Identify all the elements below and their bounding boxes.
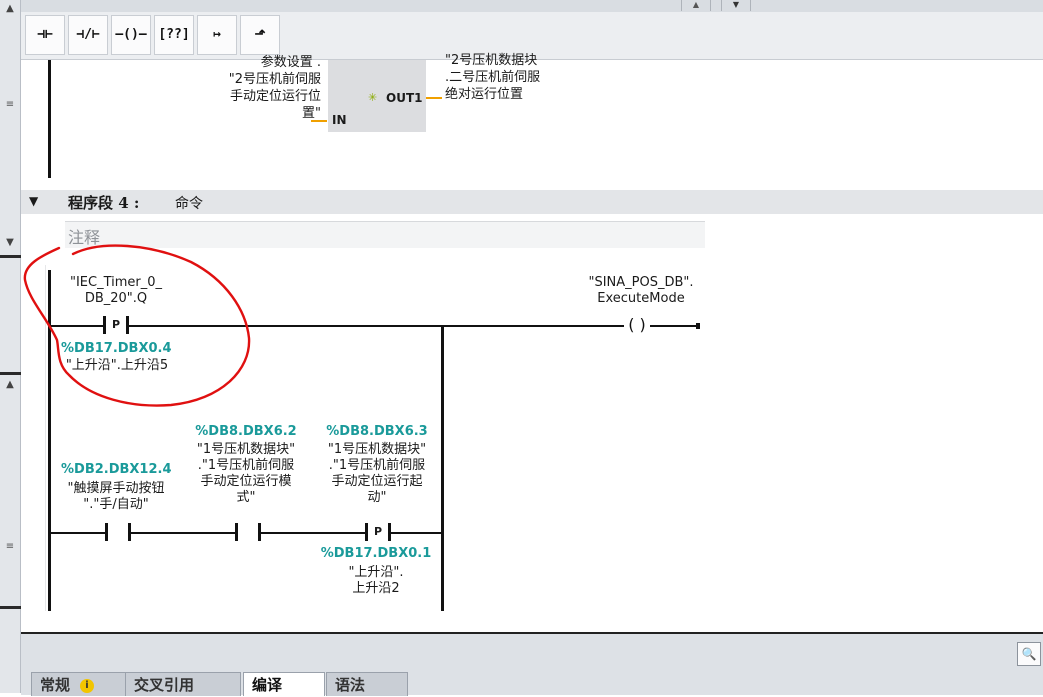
scroll-up-arrow-icon[interactable]: ▲ [2, 2, 18, 16]
branch-join-line [441, 325, 444, 611]
operand-line: 手动定位运行位 [229, 89, 321, 104]
tab-compile[interactable]: 编译 [243, 672, 325, 696]
rung-wire [51, 532, 107, 534]
move-in-operand[interactable]: 参数设置 . "2号压机前伺服 手动定位运行位 置" [171, 54, 321, 122]
close-branch-icon[interactable]: ⬏ [240, 15, 280, 55]
contact4-address: %DB8.DBX6.3 [326, 424, 428, 439]
coil-icon[interactable]: –()– [111, 15, 151, 55]
desc-line: "."手/自动" [83, 497, 149, 512]
segment-title[interactable]: 命令 [175, 193, 203, 213]
operand-line: 置" [302, 106, 321, 121]
operand-line: "2号压机数据块 [445, 53, 538, 68]
collapse-up-icon[interactable]: ▲ [681, 0, 711, 11]
operand-line: .二号压机前伺服 [445, 70, 541, 85]
segment-number: 程序段 4 : [68, 194, 140, 212]
red-annotation-circle [23, 244, 251, 407]
info-icon: i [80, 678, 95, 693]
nc-contact-icon[interactable]: ⊣/⊢ [68, 15, 108, 55]
desc-line: "1号压机数据块" [196, 442, 296, 457]
power-rail [48, 60, 51, 178]
ladder-editor[interactable]: 参数设置 . "2号压机前伺服 手动定位运行位 置" IN ✳ OUT1 "2号… [21, 53, 1043, 632]
operand-line: 绝对运行位置 [445, 87, 524, 102]
desc-line: 动" [367, 490, 387, 505]
desc-line: "1号压机数据块" [327, 442, 427, 457]
no-contact[interactable] [235, 523, 261, 541]
tab-general[interactable]: 常规 i [31, 672, 127, 696]
contact5-desc[interactable]: "上升沿". 上升沿2 [321, 565, 431, 597]
left-scroll-strip[interactable]: ▲ ≡ ▼ ▲ ≡ [0, 0, 21, 693]
no-contact[interactable] [105, 523, 131, 541]
move-out-operand[interactable]: "2号压机数据块 .二号压机前伺服 绝对运行位置 [445, 52, 540, 103]
contact4-desc[interactable]: "1号压机数据块" ."1号压机前伺服 手动定位运行起 动" [314, 442, 440, 506]
out-pin-label: OUT1 [386, 91, 423, 105]
operand-line: "2号压机前伺服 [228, 72, 321, 87]
rung-wire [131, 532, 237, 534]
collapse-triangle-icon[interactable]: ▼ [29, 194, 38, 208]
open-branch-icon[interactable]: ↦ [197, 15, 237, 55]
scroll-grip-icon[interactable]: ≡ [2, 98, 18, 112]
in-pin-label: IN [332, 113, 347, 127]
out-pin-wire [426, 97, 442, 99]
coil-element[interactable]: ( ) [624, 317, 650, 335]
desc-line: 手动定位运行模 [200, 474, 292, 489]
contact2-address: %DB2.DBX12.4 [61, 462, 172, 477]
search-zoom-icon[interactable]: 🔍 [1017, 642, 1041, 666]
desc-line: 式" [236, 490, 256, 505]
tab-label: 常规 [40, 676, 71, 694]
tag-line: "SINA_POS_DB". [588, 275, 694, 290]
scroll-up-arrow-icon[interactable]: ▲ [2, 378, 18, 392]
desc-line: "触摸屏手动按钮 [67, 481, 165, 496]
tab-syntax[interactable]: 语法 [326, 672, 408, 696]
in-pin-wire [311, 120, 327, 122]
expand-down-icon[interactable]: ▼ [721, 0, 751, 11]
coil-tag[interactable]: "SINA_POS_DB". ExecuteMode [576, 275, 706, 307]
inspector-panel: 🔍 常规 i 交叉引用 编译 语法 [21, 632, 1043, 696]
rung-wire [391, 532, 443, 534]
desc-line: ."1号压机前伺服 [328, 458, 426, 473]
desc-line: "上升沿". [348, 565, 404, 580]
rung-wire [650, 325, 698, 327]
pane-divider[interactable] [0, 372, 21, 375]
star-icon: ✳ [368, 91, 378, 104]
tag-line: ExecuteMode [597, 291, 685, 306]
scroll-grip-icon[interactable]: ≡ [2, 540, 18, 554]
rung-wire [261, 532, 367, 534]
segment-header[interactable]: ▼ 程序段 4 : 命令 [21, 190, 1043, 214]
contact3-desc[interactable]: "1号压机数据块" ."1号压机前伺服 手动定位运行模 式" [181, 442, 311, 506]
rung-end-marker [696, 323, 700, 329]
p-edge-contact[interactable]: P [365, 523, 391, 541]
contact5-address: %DB17.DBX0.1 [320, 546, 432, 561]
scroll-down-arrow-icon[interactable]: ▼ [2, 236, 18, 250]
pane-divider[interactable] [0, 606, 21, 609]
operand-line: 参数设置 . [260, 55, 321, 70]
desc-line: 上升沿2 [352, 581, 400, 596]
contact2-desc[interactable]: "触摸屏手动按钮 "."手/自动" [51, 481, 181, 513]
no-contact-icon[interactable]: ⊣⊢ [25, 15, 65, 55]
desc-line: ."1号压机前伺服 [197, 458, 295, 473]
empty-box-icon[interactable]: [??] [154, 15, 194, 55]
pane-divider[interactable] [0, 255, 21, 258]
desc-line: 手动定位运行起 [331, 474, 423, 489]
move-block[interactable]: IN ✳ OUT1 [328, 60, 426, 132]
tab-cross-reference[interactable]: 交叉引用 [125, 672, 241, 696]
